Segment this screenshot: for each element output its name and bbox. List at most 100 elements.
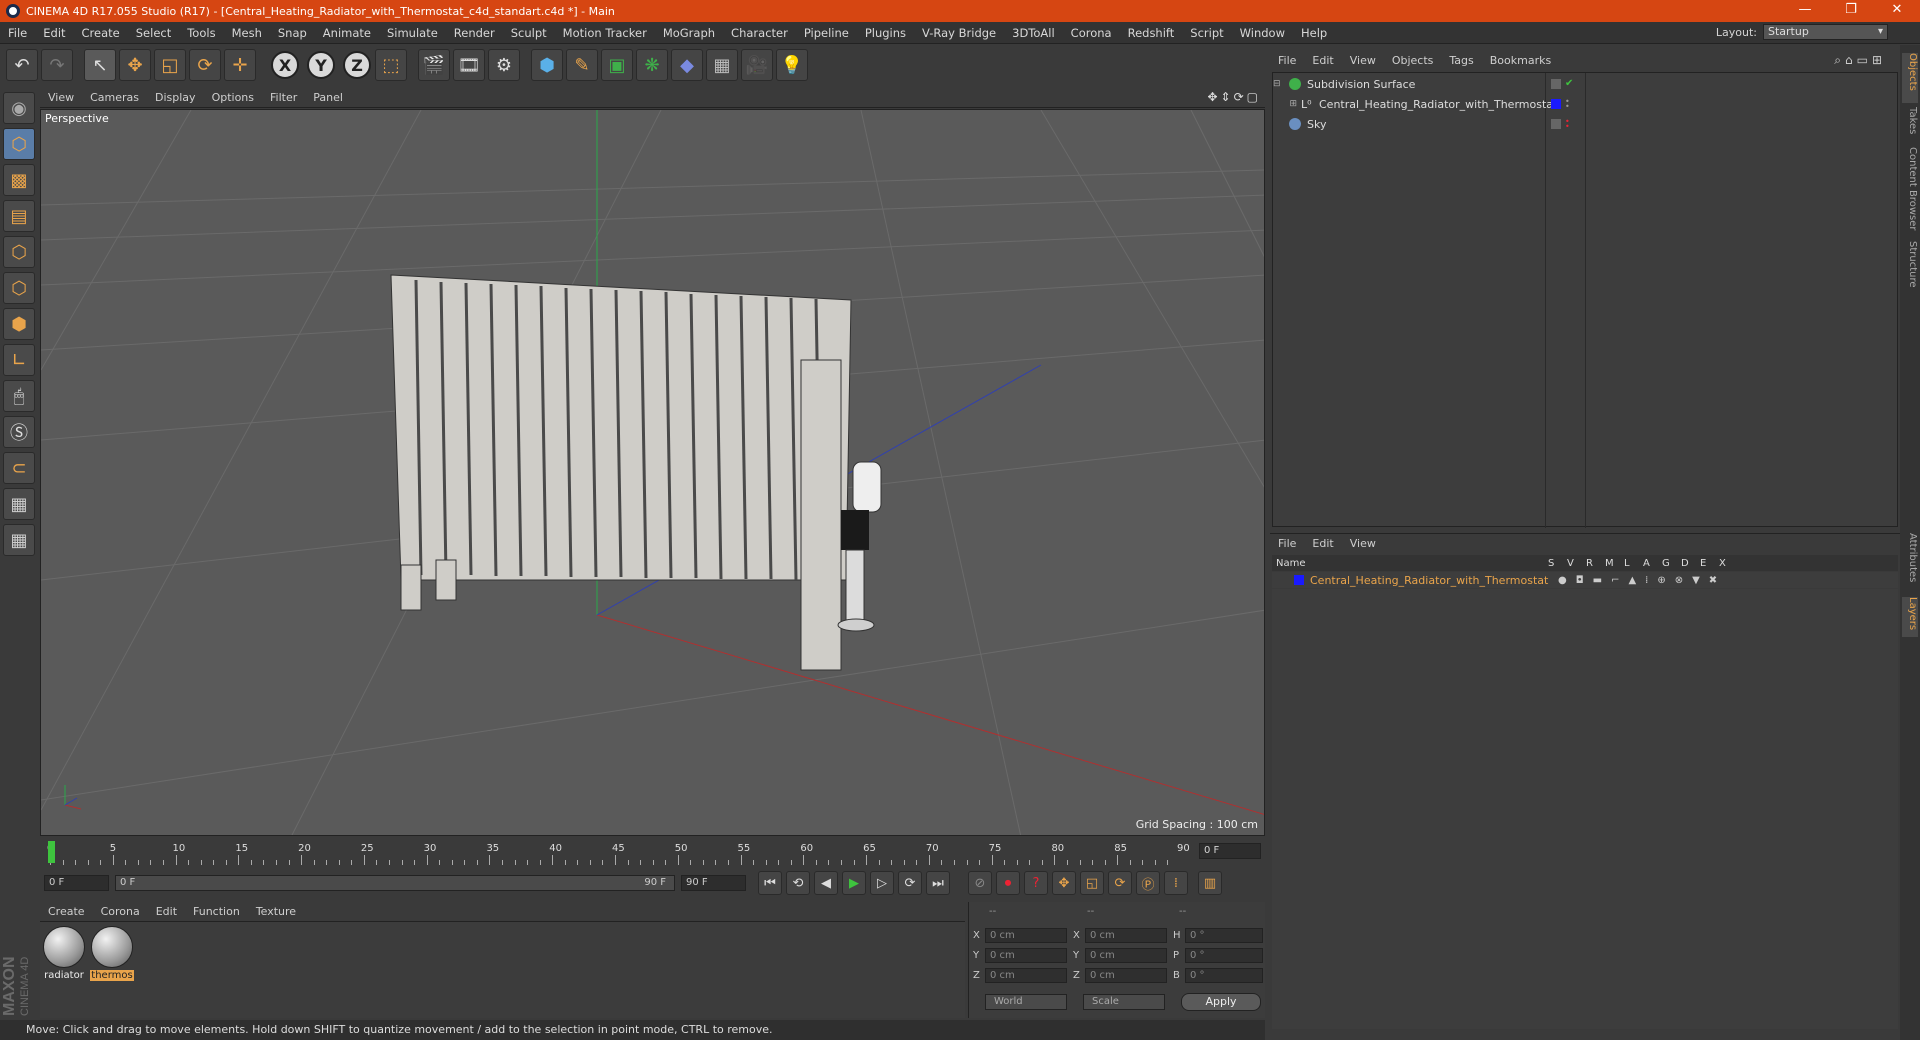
material-radiator[interactable]: radiator [42,926,86,981]
snap-icon[interactable]: ⊂ [3,452,35,484]
tab-takes[interactable]: Takes [1902,107,1918,143]
layer-flag-header-animation[interactable]: A [1643,558,1662,569]
visibility-dots-icon[interactable]: • • [1565,98,1575,111]
object-row-subdivision-surface[interactable]: ⊟ Subdivision Surface ✔ [1273,75,1899,93]
object-manager-search-home-icons[interactable]: ⌕⌂▭⊞ [1834,53,1886,68]
tab-objects[interactable]: Objects [1902,53,1918,103]
rotation-key-icon[interactable]: ⟳ [1108,871,1132,895]
rotation-p-field[interactable]: 0 ° [1185,948,1263,963]
menu-simulate[interactable]: Simulate [379,26,446,40]
current-frame-field[interactable]: 0 F [1199,843,1261,859]
perspective-viewport[interactable]: Perspective Grid Spacing : 100 cm [40,109,1265,836]
material-menu-edit[interactable]: Edit [148,905,185,918]
menu-motion-tracker[interactable]: Motion Tracker [555,26,655,40]
expand-toggle-icon[interactable]: ⊟ [1273,79,1285,89]
menu-render[interactable]: Render [446,26,503,40]
polygons-mode-icon[interactable]: ⬢ [3,308,35,340]
object-menu-edit[interactable]: Edit [1304,54,1341,67]
timeline-ruler[interactable]: 051015202530354045505560657075808590 0 F [40,838,1265,866]
layer-menu-file[interactable]: File [1270,537,1304,550]
tab-content-browser[interactable]: Content Browser [1902,147,1918,237]
y-axis-lock-icon[interactable]: Y [307,51,335,79]
axis-mode-icon[interactable]: ∟ [3,344,35,376]
edges-mode-icon[interactable]: ⬡ [3,272,35,304]
previous-frame-icon[interactable]: ◀ [814,871,838,895]
position-x-field[interactable]: 0 cm [985,928,1067,943]
layer-flag-header-locked[interactable]: L [1624,558,1643,569]
menu-3dtoall[interactable]: 3DToAll [1004,26,1063,40]
viewport-navigation-icons[interactable]: ✥⇕⟳▢ [1207,90,1261,104]
render-view-icon[interactable]: 🎬 [418,49,450,81]
visibility-dots-icon[interactable]: • • [1565,118,1575,131]
model-mode-icon[interactable]: ⬡ [3,128,35,160]
render-settings-icon[interactable]: ⚙ [488,49,520,81]
record-active-objects-icon[interactable]: ⏺ [996,871,1020,895]
z-axis-lock-icon[interactable]: Z [343,51,371,79]
object-row-radiator[interactable]: ⊞ L⁰ Central_Heating_Radiator_with_Therm… [1273,95,1899,113]
menu-script[interactable]: Script [1182,26,1231,40]
menu-help[interactable]: Help [1293,26,1335,40]
layer-tag-icon[interactable] [1551,79,1561,89]
next-key-icon[interactable]: ⟳ [898,871,922,895]
coordinate-system-icon[interactable]: ⬚ [375,49,407,81]
planar-workplane-icon[interactable]: ▦ [3,524,35,556]
go-to-end-icon[interactable]: ⏭ [926,871,950,895]
expand-toggle-icon[interactable]: ⊞ [1273,99,1297,109]
scale-key-icon[interactable]: ◱ [1080,871,1104,895]
menu-mograph[interactable]: MoGraph [655,26,723,40]
frame-range-slider[interactable]: 0 F 90 F [115,875,675,891]
coordinate-mode-dropdown[interactable]: World [985,994,1067,1010]
layer-flag-icons[interactable]: ●◘▬⌐▲⁞⊕⊗▼✖ [1558,575,1726,586]
object-menu-tags[interactable]: Tags [1441,54,1481,67]
cube-object-icon[interactable]: ⬢ [531,49,563,81]
autokeying-icon[interactable]: ? [1024,871,1048,895]
deformer-icon[interactable]: ◆ [671,49,703,81]
subdivision-surface-icon[interactable]: ▣ [601,49,633,81]
menu-animate[interactable]: Animate [315,26,379,40]
menu-vray-bridge[interactable]: V-Ray Bridge [914,26,1004,40]
layer-flag-header-xref[interactable]: X [1719,558,1738,569]
play-forward-icon[interactable]: ▶ [842,871,866,895]
menu-file[interactable]: File [0,26,35,40]
viewport-menu-display[interactable]: Display [147,91,204,104]
enabled-check-icon[interactable]: ✔ [1565,79,1575,89]
tab-attributes[interactable]: Attributes [1902,533,1918,593]
start-frame-field[interactable]: 0 F [44,875,109,891]
lock-workplane-icon[interactable]: ▦ [3,488,35,520]
tab-structure[interactable]: Structure [1902,241,1918,297]
restore-button[interactable]: ❐ [1828,0,1874,22]
transform-mode-dropdown[interactable]: Scale [1083,994,1165,1010]
object-menu-file[interactable]: File [1270,54,1304,67]
material-menu-create[interactable]: Create [40,905,93,918]
end-frame-field[interactable]: 90 F [681,875,746,891]
layer-flag-header-expressions[interactable]: E [1700,558,1719,569]
menu-mesh[interactable]: Mesh [224,26,270,40]
size-x-field[interactable]: 0 cm [1085,928,1167,943]
scale-tool-icon[interactable]: ◱ [154,49,186,81]
move-tool-icon[interactable]: ✥ [119,49,151,81]
menu-edit[interactable]: Edit [35,26,73,40]
apply-button[interactable]: Apply [1181,993,1261,1011]
go-to-start-icon[interactable]: ⏮ [758,871,782,895]
radiator-model[interactable] [390,274,852,671]
render-picture-viewer-icon[interactable]: 🎞 [453,49,485,81]
camera-icon[interactable]: 🎥 [741,49,773,81]
position-y-field[interactable]: 0 cm [985,948,1067,963]
viewport-menu-view[interactable]: View [40,91,82,104]
rotation-h-field[interactable]: 0 ° [1185,928,1263,943]
layer-flag-header-render[interactable]: R [1586,558,1605,569]
object-row-sky[interactable]: Sky • • [1273,115,1899,133]
tab-layers[interactable]: Layers [1902,597,1918,637]
layer-flag-header-generators[interactable]: G [1662,558,1681,569]
undo-icon[interactable]: ↶ [6,49,38,81]
menu-pipeline[interactable]: Pipeline [796,26,857,40]
layer-flag-header-view[interactable]: V [1567,558,1586,569]
layer-menu-edit[interactable]: Edit [1304,537,1341,550]
menu-window[interactable]: Window [1232,26,1293,40]
close-button[interactable]: ✕ [1874,0,1920,22]
layer-color-icon[interactable] [1551,99,1561,109]
menu-redshift[interactable]: Redshift [1120,26,1183,40]
menu-plugins[interactable]: Plugins [857,26,914,40]
parameter-key-icon[interactable]: Ⓟ [1136,871,1160,895]
object-menu-objects[interactable]: Objects [1384,54,1442,67]
